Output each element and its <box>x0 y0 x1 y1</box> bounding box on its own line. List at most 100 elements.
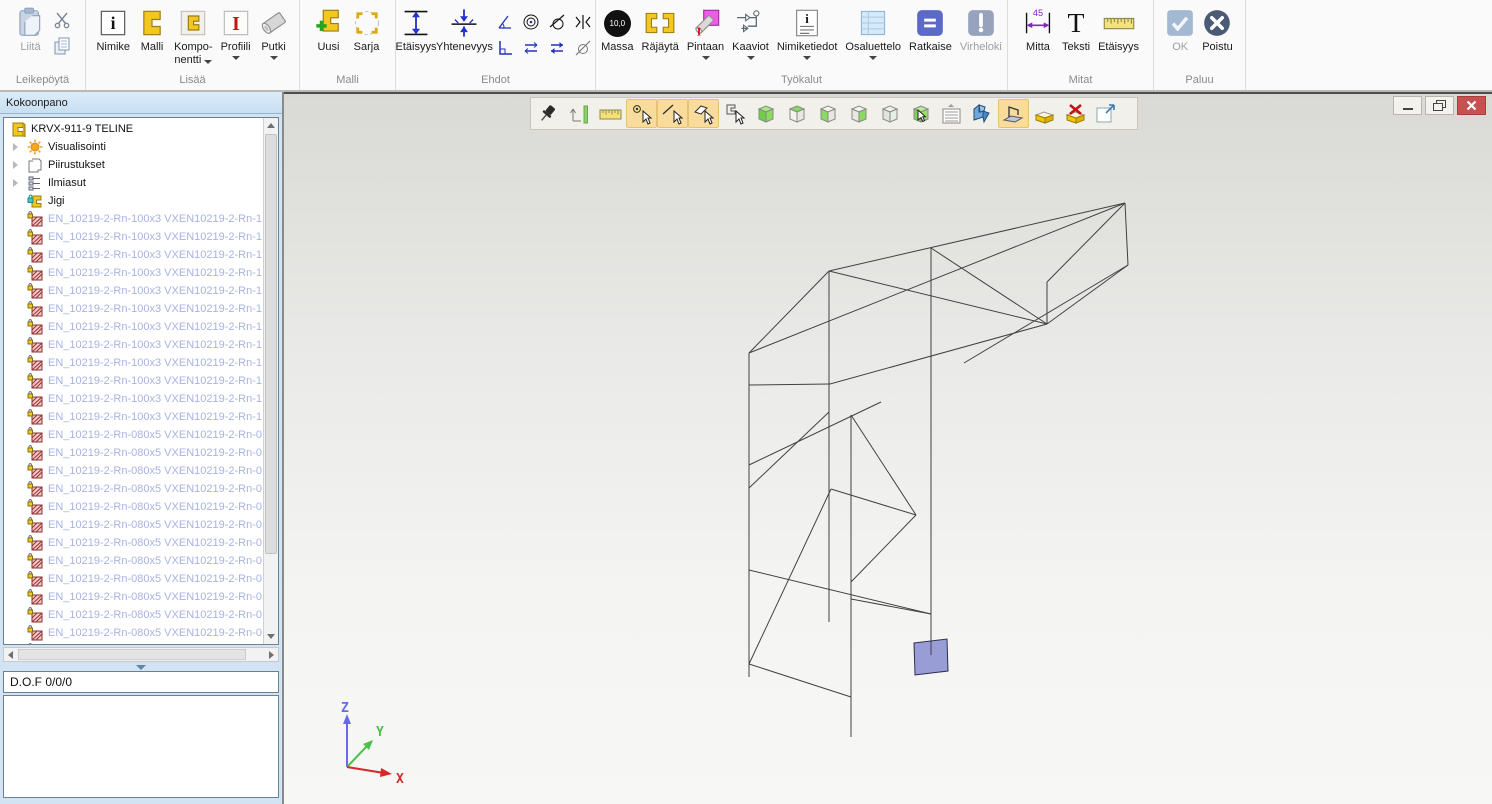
scrollbar-thumb[interactable] <box>265 134 277 554</box>
tree-item[interactable]: Ilmiasut <box>4 174 263 192</box>
paste-button[interactable]: Liitä <box>13 4 49 55</box>
perpendicular-constraint-icon[interactable] <box>493 36 517 60</box>
mitta-button[interactable]: 45 Mitta <box>1019 4 1057 55</box>
yhtenevyys-button[interactable]: Yhtenevyys <box>438 4 491 55</box>
sarja-button[interactable]: Sarja <box>349 4 385 55</box>
plane-arc-button[interactable] <box>998 99 1029 128</box>
putki-button[interactable]: Putki <box>256 4 292 61</box>
rajayta-button[interactable]: Räjäytä <box>639 4 682 55</box>
tree-item[interactable]: EN_10219-2-Rn-080x5 VXEN10219-2-Rn-0 <box>4 534 263 552</box>
tree-item[interactable]: EN_10219-2-Rn-100x3 VXEN10219-2-Rn-1 <box>4 228 263 246</box>
expand-view-button[interactable] <box>1091 99 1122 128</box>
cube-top-button[interactable] <box>781 99 812 128</box>
tree-item[interactable]: Jigi <box>4 192 263 210</box>
expand-arrow-icon[interactable] <box>13 161 18 169</box>
tangent-constraint-icon[interactable] <box>545 10 569 34</box>
tree-item[interactable]: EN_10219-2-Rn-100x3 VXEN10219-2-Rn-1 <box>4 318 263 336</box>
ruler-button[interactable] <box>595 99 626 128</box>
box-yellow-button[interactable] <box>1029 99 1060 128</box>
tree-item[interactable]: EN_10219-2-Rn-100x3 VXEN10219-2-Rn-1 <box>4 300 263 318</box>
tree-item[interactable]: EN_10219-2-Rn-080x5 VXEN10219-2-Rn-0 <box>4 570 263 588</box>
etaisyys-constraint-button[interactable]: Etäisyys <box>396 4 436 55</box>
tree-item[interactable]: EN_10219-2-Rn-100x3 VXEN10219-2-Rn-1 <box>4 408 263 426</box>
tree-item[interactable]: KRVX-911-9 TELINE <box>4 120 263 138</box>
horizontal-scrollbar[interactable] <box>3 647 279 662</box>
tree-item[interactable]: EN_10219-2-Rn-080x5 VXEN10219-2-Rn-0 <box>4 462 263 480</box>
equal-direction-icon[interactable] <box>545 36 569 60</box>
cube-cursor-button[interactable] <box>905 99 936 128</box>
tree-item[interactable]: EN_10219-2-Rn-080x5 VXEN10219-2-Rn-0 <box>4 642 263 645</box>
angle-constraint-icon[interactable] <box>493 10 517 34</box>
tree-item[interactable]: EN_10219-2-Rn-080x5 VXEN10219-2-Rn-0 <box>4 498 263 516</box>
measure-axis-button[interactable] <box>564 99 595 128</box>
cube-right-button[interactable] <box>843 99 874 128</box>
tree-item[interactable]: EN_10219-2-Rn-100x3 VXEN10219-2-Rn-1 <box>4 354 263 372</box>
parallel-constraint-icon[interactable] <box>519 36 543 60</box>
pushpin-button[interactable] <box>533 99 564 128</box>
tree-item[interactable]: EN_10219-2-Rn-100x3 VXEN10219-2-Rn-1 <box>4 282 263 300</box>
new-model-icon <box>314 5 344 41</box>
select-face-button[interactable] <box>688 99 719 128</box>
profile-extrude-button[interactable] <box>967 99 998 128</box>
poistu-button[interactable]: Poistu <box>1199 4 1236 55</box>
cut-button[interactable] <box>51 10 73 30</box>
cube-pale-button[interactable] <box>874 99 905 128</box>
nimike-button[interactable]: i Nimike <box>93 4 133 55</box>
tree-item[interactable]: EN_10219-2-Rn-080x5 VXEN10219-2-Rn-0 <box>4 606 263 624</box>
tree-item[interactable]: Visualisointi <box>4 138 263 156</box>
copy-button[interactable] <box>51 36 73 56</box>
tree-item[interactable]: EN_10219-2-Rn-080x5 VXEN10219-2-Rn-0 <box>4 426 263 444</box>
concentric-constraint-icon[interactable] <box>519 10 543 34</box>
tree-item[interactable]: EN_10219-2-Rn-080x5 VXEN10219-2-Rn-0 <box>4 480 263 498</box>
model-canvas[interactable]: Z Y X <box>284 94 1492 804</box>
vertical-scrollbar[interactable] <box>263 118 278 644</box>
scrollbar-thumb[interactable] <box>18 649 246 660</box>
tree-item[interactable]: EN_10219-2-Rn-100x3 VXEN10219-2-Rn-1 <box>4 210 263 228</box>
tree-item[interactable]: Piirustukset <box>4 156 263 174</box>
cube-solid-button[interactable] <box>750 99 781 128</box>
tree-item[interactable]: EN_10219-2-Rn-100x3 VXEN10219-2-Rn-1 <box>4 372 263 390</box>
tree-item[interactable]: EN_10219-2-Rn-100x3 VXEN10219-2-Rn-1 <box>4 390 263 408</box>
panel-splitter[interactable] <box>0 663 284 671</box>
pintaan-button[interactable]: I Pintaan <box>684 4 727 61</box>
symmetry-constraint-icon[interactable] <box>571 10 595 34</box>
ratkaise-button[interactable]: Ratkaise <box>906 4 955 55</box>
uusi-button[interactable]: Uusi <box>311 4 347 55</box>
no-tangent-icon[interactable] <box>571 36 595 60</box>
tree-item[interactable]: EN_10219-2-Rn-080x5 VXEN10219-2-Rn-0 <box>4 624 263 642</box>
teksti-button[interactable]: T Teksti <box>1059 4 1093 55</box>
kaaviot-button[interactable]: Kaaviot <box>729 4 772 61</box>
osaluettelo-button[interactable]: Osaluettelo <box>842 4 904 61</box>
expand-arrow-icon[interactable] <box>13 179 18 187</box>
scroll-up-icon[interactable] <box>267 123 275 128</box>
tree-item[interactable]: EN_10219-2-Rn-080x5 VXEN10219-2-Rn-0 <box>4 516 263 534</box>
scroll-left-icon[interactable] <box>8 651 13 659</box>
box-delete-button[interactable] <box>1060 99 1091 128</box>
massa-button[interactable]: 10,0 Massa <box>598 4 636 55</box>
select-line-button[interactable] <box>657 99 688 128</box>
tree-item[interactable]: EN_10219-2-Rn-080x5 VXEN10219-2-Rn-0 <box>4 588 263 606</box>
select-point-button[interactable] <box>626 99 657 128</box>
profiili-button[interactable]: I Profiili <box>218 4 254 61</box>
tree-item[interactable]: EN_10219-2-Rn-100x3 VXEN10219-2-Rn-1 <box>4 264 263 282</box>
tree-item[interactable]: EN_10219-2-Rn-100x3 VXEN10219-2-Rn-1 <box>4 336 263 354</box>
tree-item[interactable]: EN_10219-2-Rn-080x5 VXEN10219-2-Rn-0 <box>4 444 263 462</box>
restore-button[interactable] <box>1425 96 1454 115</box>
malli-button[interactable]: Malli <box>135 4 169 55</box>
viewport[interactable]: Z Y X <box>284 92 1492 804</box>
tree-item[interactable]: EN_10219-2-Rn-100x3 VXEN10219-2-Rn-1 <box>4 246 263 264</box>
tree-item[interactable]: EN_10219-2-Rn-080x5 VXEN10219-2-Rn-0 <box>4 552 263 570</box>
close-button[interactable] <box>1457 96 1486 115</box>
minimize-button[interactable] <box>1393 96 1422 115</box>
scroll-down-icon[interactable] <box>267 634 275 639</box>
expand-arrow-icon[interactable] <box>13 143 18 151</box>
scroll-right-icon[interactable] <box>269 651 274 659</box>
virheloki-button[interactable]: Virheloki <box>957 4 1005 55</box>
etaisyys-measure-button[interactable]: Etäisyys <box>1095 4 1142 55</box>
ok-button[interactable]: OK <box>1163 4 1197 55</box>
nimiketiedot-button[interactable]: i Nimiketiedot <box>774 4 841 61</box>
cube-left-button[interactable] <box>812 99 843 128</box>
select-profile-button[interactable] <box>719 99 750 128</box>
komponentti-button[interactable]: Kompo- nentti <box>171 4 216 68</box>
doc-list-button[interactable] <box>936 99 967 128</box>
